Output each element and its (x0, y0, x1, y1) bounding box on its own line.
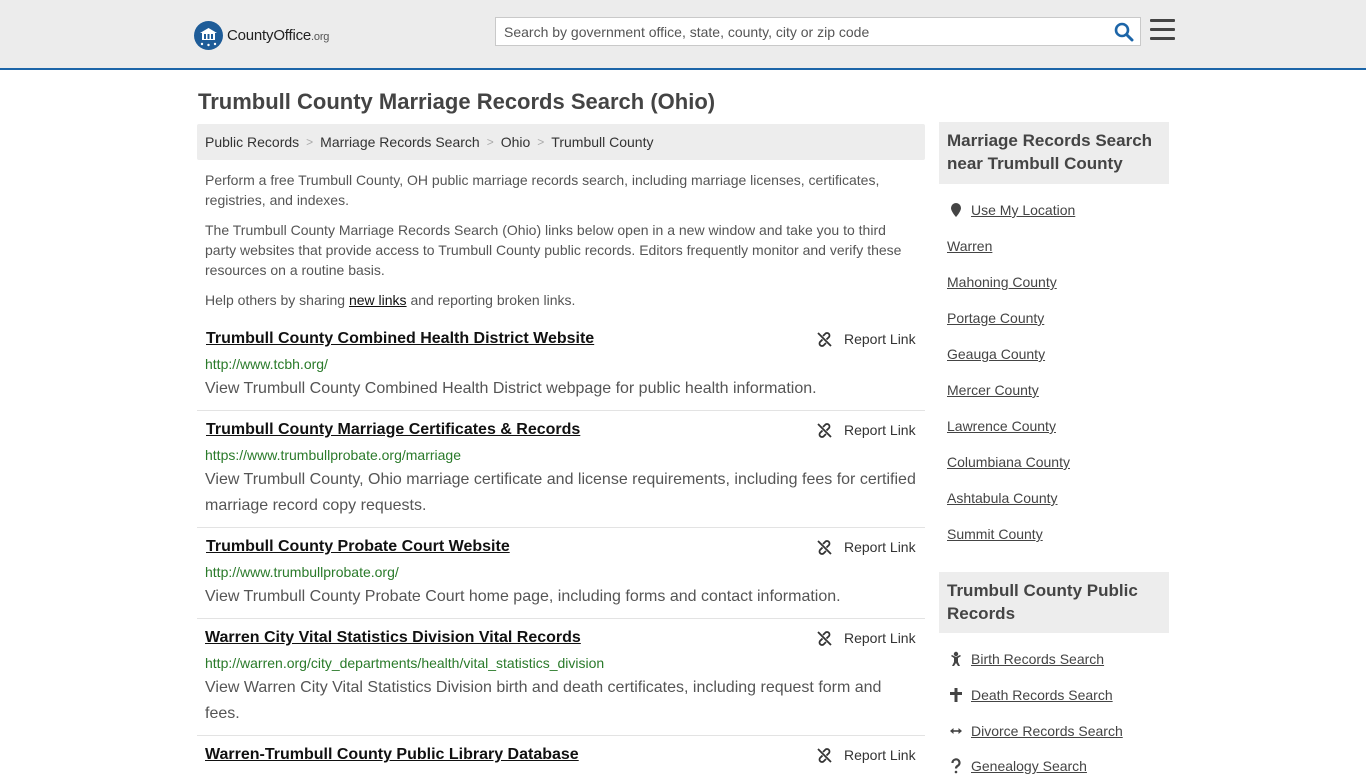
page-title: Trumbull County Marriage Records Search … (198, 89, 716, 114)
result-item: Trumbull County Marriage Certificates & … (197, 421, 925, 528)
sidebar-nearby-lawrence-county[interactable]: Lawrence County (947, 418, 1056, 434)
sidebar-nearby-mercer-county[interactable]: Mercer County (947, 382, 1039, 398)
broken-link-icon (817, 422, 832, 438)
result-item: Warren-Trumbull County Public Library Da… (197, 746, 925, 768)
new-links-link[interactable]: new links (349, 292, 407, 308)
broken-link-icon (817, 630, 832, 646)
report-link-label: Report Link (844, 747, 916, 763)
sidebar-nearby-columbiana-county[interactable]: Columbiana County (947, 454, 1070, 470)
result-url[interactable]: http://warren.org/city_departments/healt… (205, 655, 604, 671)
report-link-label: Report Link (844, 331, 916, 347)
breadcrumb-trumbull-county[interactable]: Trumbull County (551, 134, 653, 150)
intro-paragraph-1: Perform a free Trumbull County, OH publi… (205, 172, 880, 208)
breadcrumb-separator: > (537, 135, 545, 149)
search-bar (495, 17, 1141, 46)
sidebar-nearby-heading: Marriage Records Search near Trumbull Co… (939, 122, 1169, 184)
breadcrumb: Public Records > Marriage Records Search… (197, 124, 925, 160)
sidebar-death-records-link[interactable]: Death Records Search (971, 687, 1113, 703)
breadcrumb-marriage-records-search[interactable]: Marriage Records Search (320, 134, 480, 150)
sidebar-birth-records-link[interactable]: Birth Records Search (971, 651, 1104, 667)
hamburger-menu-icon[interactable] (1150, 19, 1175, 41)
result-item: Warren City Vital Statistics Division Vi… (197, 629, 925, 736)
report-link-button[interactable]: Report Link (817, 422, 916, 438)
breadcrumb-public-records[interactable]: Public Records (205, 134, 299, 150)
result-url[interactable]: http://www.tcbh.org/ (205, 356, 328, 372)
result-description: View Trumbull County, Ohio marriage cert… (205, 471, 916, 514)
arrows-horizontal-icon (950, 728, 962, 734)
result-title-link[interactable]: Trumbull County Combined Health District… (206, 330, 594, 348)
sidebar-nearby-mahoning-county[interactable]: Mahoning County (947, 274, 1057, 290)
intro-paragraph-3: Help others by sharing new links and rep… (205, 292, 576, 308)
search-icon[interactable] (1114, 22, 1134, 42)
breadcrumb-ohio[interactable]: Ohio (501, 134, 531, 150)
site-header: CountyOffice.org (0, 0, 1366, 70)
result-item: Trumbull County Combined Health District… (197, 330, 925, 411)
result-description: View Trumbull County Combined Health Dis… (205, 380, 817, 397)
result-description: View Warren City Vital Statistics Divisi… (205, 679, 882, 722)
report-link-label: Report Link (844, 539, 916, 555)
logo-badge-icon (194, 20, 223, 50)
site-logo[interactable]: CountyOffice.org (194, 20, 329, 50)
result-url[interactable]: https://www.trumbullprobate.org/marriage (205, 447, 461, 463)
result-description: View Trumbull County Probate Court home … (205, 588, 841, 605)
result-title-link[interactable]: Warren-Trumbull County Public Library Da… (205, 746, 579, 764)
intro-paragraph-2: The Trumbull County Marriage Records Sea… (205, 222, 902, 278)
sidebar-divorce-records-link[interactable]: Divorce Records Search (971, 723, 1123, 739)
report-link-button[interactable]: Report Link (817, 331, 916, 347)
result-url[interactable]: http://www.trumbullprobate.org/ (205, 564, 399, 580)
sidebar-nearby-portage-county[interactable]: Portage County (947, 310, 1044, 326)
cross-icon (950, 688, 962, 702)
sidebar-public-records-heading: Trumbull County Public Records (939, 572, 1169, 633)
report-link-button[interactable]: Report Link (817, 630, 916, 646)
sidebar-nearby-ashtabula-county[interactable]: Ashtabula County (947, 490, 1058, 506)
breadcrumb-separator: > (486, 135, 494, 149)
report-link-label: Report Link (844, 630, 916, 646)
sidebar-genealogy-search-link[interactable]: Genealogy Search (971, 758, 1087, 774)
sidebar-nearby-geauga-county[interactable]: Geauga County (947, 346, 1045, 362)
report-link-label: Report Link (844, 422, 916, 438)
use-my-location-link[interactable]: Use My Location (971, 202, 1075, 218)
broken-link-icon (817, 331, 832, 347)
result-item: Trumbull County Probate Court Website Re… (197, 538, 925, 619)
logo-text: CountyOffice.org (227, 26, 330, 44)
breadcrumb-separator: > (306, 135, 314, 149)
question-mark-icon (951, 758, 961, 774)
sidebar-nearby-warren[interactable]: Warren (947, 238, 992, 254)
broken-link-icon (817, 747, 832, 763)
broken-link-icon (817, 539, 832, 555)
result-title-link[interactable]: Warren City Vital Statistics Division Vi… (205, 629, 581, 647)
baby-icon (951, 651, 961, 666)
report-link-button[interactable]: Report Link (817, 539, 916, 555)
map-marker-icon (951, 203, 961, 217)
result-title-link[interactable]: Trumbull County Marriage Certificates & … (206, 421, 580, 439)
result-title-link[interactable]: Trumbull County Probate Court Website (206, 538, 510, 556)
sidebar-nearby-summit-county[interactable]: Summit County (947, 526, 1043, 542)
report-link-button[interactable]: Report Link (817, 747, 916, 763)
search-input[interactable] (496, 18, 1096, 45)
